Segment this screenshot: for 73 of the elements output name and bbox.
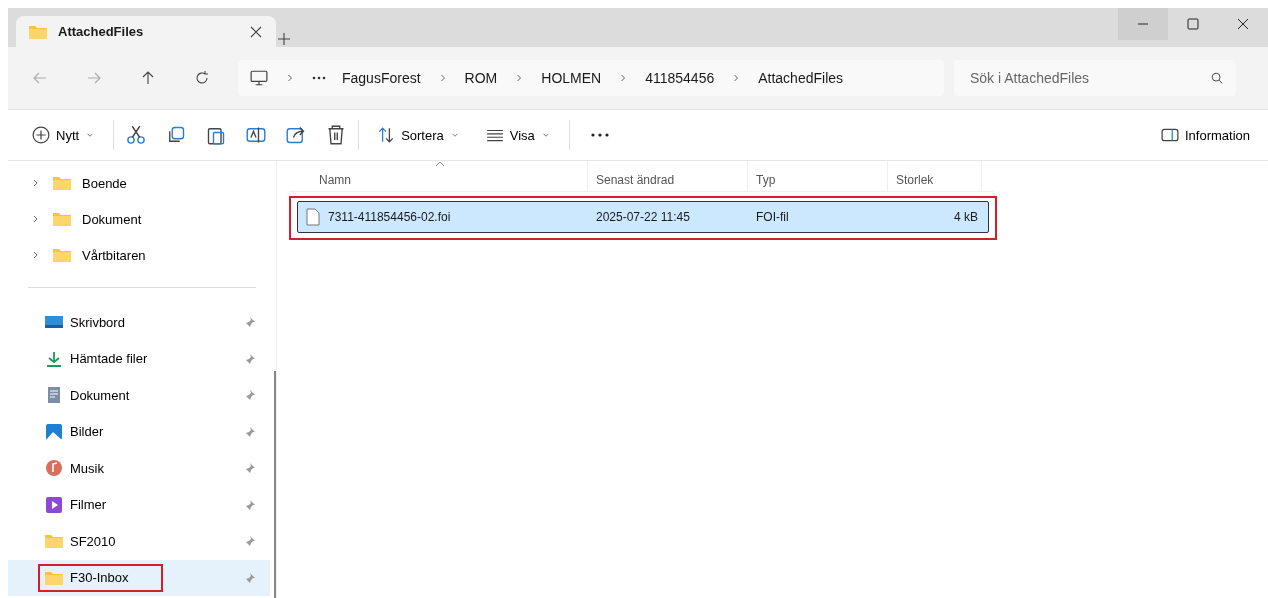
sort-caret-icon	[435, 161, 445, 167]
breadcrumb[interactable]: ROM	[464, 70, 498, 86]
quick-access-item[interactable]: SF2010	[8, 523, 270, 560]
search-field[interactable]: Sök i AttachedFiles	[954, 60, 1236, 96]
sort-button[interactable]: Sortera	[371, 122, 466, 148]
trash-icon[interactable]	[326, 125, 347, 145]
quick-access-item[interactable]: Hämtade filer	[8, 340, 270, 377]
folder-icon	[44, 569, 64, 586]
breadcrumb[interactable]: HOLMEN	[541, 70, 602, 86]
quick-access-item[interactable]: Dokument	[8, 377, 270, 414]
tree-label: Dokument	[82, 211, 142, 227]
column-header[interactable]: Senast ändrad	[588, 161, 748, 191]
close-icon	[1236, 17, 1250, 31]
new-button[interactable]: Nytt	[26, 122, 102, 148]
breadcrumb[interactable]: AttachedFiles	[758, 70, 844, 86]
quick-access-item[interactable]: Musik	[8, 450, 270, 487]
tree-label: Vårtbitaren	[82, 247, 146, 263]
item-label: Dokument	[70, 387, 130, 403]
desktop-icon	[44, 314, 64, 331]
file-icon	[306, 208, 320, 226]
quick-access-item[interactable]: F30-Inbox	[8, 559, 270, 596]
table-cell-text: FOI-fil	[755, 210, 790, 224]
tab-title: AttachedFiles	[58, 24, 144, 39]
view-button[interactable]: Visa	[479, 122, 557, 148]
scissors-icon[interactable]	[126, 125, 147, 145]
search-icon[interactable]	[1210, 71, 1224, 85]
more-icon[interactable]	[589, 133, 610, 137]
tab[interactable]: AttachedFiles	[16, 16, 276, 47]
column-header[interactable]: Storlek	[888, 161, 982, 191]
tree-item[interactable]: Vårtbitaren	[8, 237, 276, 273]
tree-item[interactable]: Boende	[8, 165, 276, 201]
details-pane-button[interactable]: Information	[1154, 122, 1256, 148]
column-header[interactable]: Typ	[748, 161, 888, 191]
quick-access-item[interactable]: Bilder	[8, 413, 270, 450]
more-icon[interactable]	[312, 76, 326, 80]
video-icon	[44, 496, 64, 513]
up-arrow-icon[interactable]	[140, 70, 156, 86]
column-header[interactable]: Namn	[293, 161, 588, 191]
item-label: F30-Inbox	[70, 570, 129, 586]
folder-icon	[28, 23, 48, 40]
panel-icon[interactable]	[1160, 126, 1179, 144]
folder-icon	[44, 533, 64, 550]
tree-item[interactable]: Dokument	[8, 201, 276, 237]
folder-icon	[52, 211, 72, 227]
breadcrumb[interactable]: 411854456	[645, 70, 715, 86]
paste-icon[interactable]	[206, 125, 227, 145]
quick-access-item[interactable]: Filmer	[8, 486, 270, 523]
quick-access-item[interactable]: Skrivbord	[8, 304, 270, 341]
file-row[interactable]: 7311-411854456-02.foi 2025-07-22 11:45 FOI-fil 4 kB	[297, 201, 989, 233]
copy-icon[interactable]	[166, 125, 187, 145]
plus-icon[interactable]	[276, 31, 292, 47]
item-label: Bilder	[70, 424, 104, 440]
item-label: SF2010	[70, 533, 116, 549]
item-label: Musik	[70, 460, 104, 476]
tree-label: Boende	[82, 175, 127, 191]
folder-icon	[52, 247, 72, 263]
file-name: 7311-411854456-02.foi	[328, 210, 451, 224]
breadcrumb[interactable]: FagusForest	[342, 70, 421, 86]
folder-icon	[52, 175, 72, 191]
table-cell-text: 4 kB	[953, 210, 979, 224]
rename-icon[interactable]	[246, 125, 267, 145]
maximize-icon	[1186, 17, 1200, 31]
monitor-icon[interactable]	[250, 69, 268, 87]
plus-circle-icon[interactable]	[32, 126, 50, 144]
sort-icon[interactable]	[377, 126, 396, 144]
table-cell-text: 2025-07-22 11:45	[595, 210, 691, 224]
download-icon	[44, 350, 64, 367]
item-label: Hämtade filer	[70, 351, 148, 367]
item-label: Filmer	[70, 497, 107, 513]
address-bar[interactable]: FagusForest ROM HOLMEN 411854456 AttachedFiles	[238, 60, 944, 96]
refresh-icon[interactable]	[194, 70, 210, 86]
share-icon[interactable]	[286, 125, 307, 145]
item-label: Skrivbord	[70, 314, 125, 330]
